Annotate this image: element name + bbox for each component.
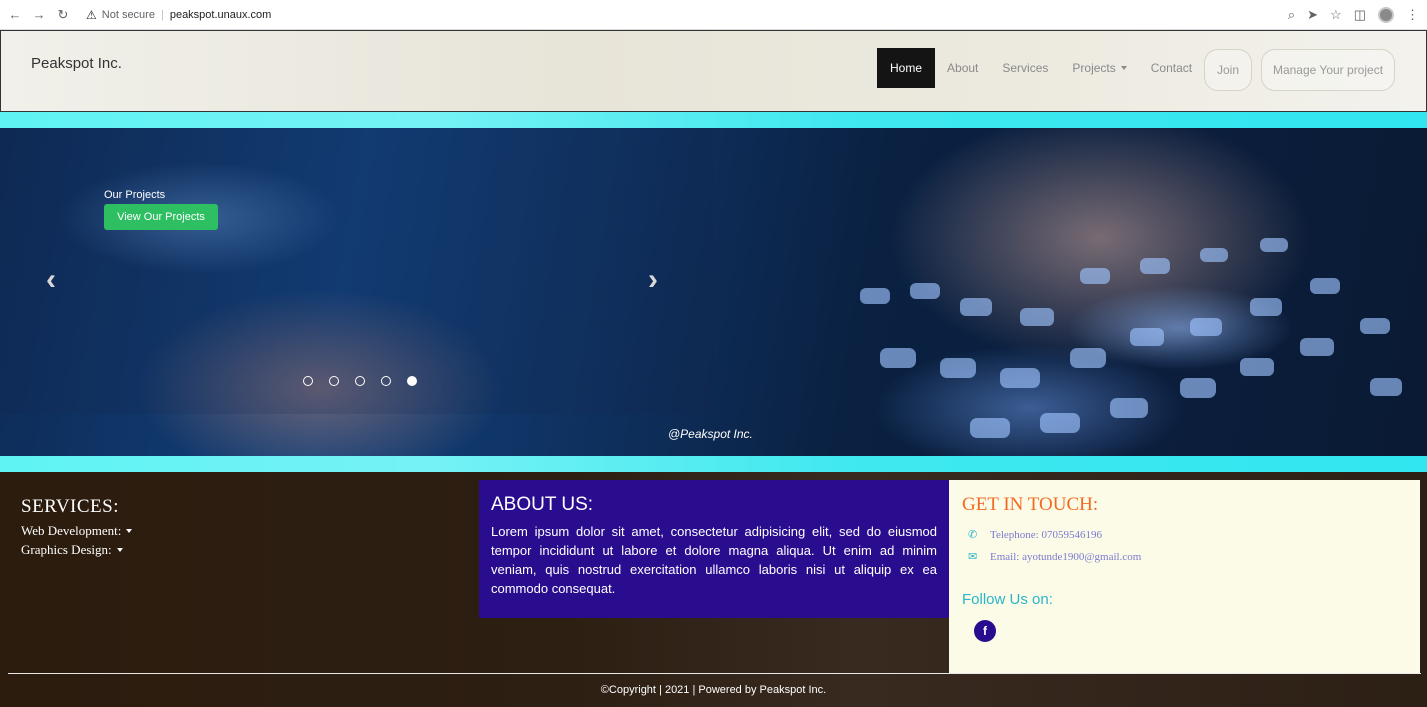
join-button[interactable]: Join xyxy=(1204,49,1252,91)
nav-item-contact[interactable]: Contact xyxy=(1139,48,1204,88)
nav-item-projects[interactable]: Projects xyxy=(1060,48,1138,88)
carousel-dot-active[interactable] xyxy=(407,376,417,386)
carousel-prev-icon[interactable]: ‹ xyxy=(46,263,56,297)
hero-carousel: Our Projects View Our Projects ‹ › @Peak… xyxy=(0,128,1427,456)
reload-icon[interactable]: ↻ xyxy=(54,6,72,24)
service-label: Web Development: xyxy=(21,523,122,538)
profile-avatar-icon[interactable] xyxy=(1378,6,1394,23)
url-text[interactable]: peakspot.unaux.com xyxy=(170,9,272,21)
browser-toolbar: ← → ↻ ⚠ Not secure | peakspot.unaux.com … xyxy=(0,0,1427,30)
site-navbar: Peakspot Inc. Home About Services Projec… xyxy=(0,30,1427,112)
site-brand[interactable]: Peakspot Inc. xyxy=(31,55,122,72)
share-icon[interactable]: ➤ xyxy=(1307,7,1318,23)
nav-item-services[interactable]: Services xyxy=(990,48,1060,88)
more-menu-icon[interactable]: ⋮ xyxy=(1406,7,1419,23)
telephone-text[interactable]: Telephone: 07059546196 xyxy=(990,529,1102,541)
view-projects-button[interactable]: View Our Projects xyxy=(104,204,218,230)
follow-title: Follow Us on: xyxy=(962,591,1053,608)
about-text: Lorem ipsum dolor sit amet, consectetur … xyxy=(491,524,937,596)
nav-item-projects-label: Projects xyxy=(1072,61,1116,75)
carousel-dot[interactable] xyxy=(381,376,391,386)
contact-block: GET IN TOUCH: ✆ Telephone: 07059546196 ✉… xyxy=(949,480,1420,673)
envelope-icon: ✉ xyxy=(968,551,978,563)
nav-menu: Home About Services Projects Contact xyxy=(877,48,1204,88)
carousel-dot[interactable] xyxy=(329,376,339,386)
forward-icon[interactable]: → xyxy=(30,6,48,24)
address-bar[interactable]: ⚠ Not secure | peakspot.unaux.com xyxy=(86,8,271,22)
top-accent-strip xyxy=(0,112,1427,128)
zoom-icon[interactable]: ⌕ xyxy=(1288,7,1295,23)
carousel-dot[interactable] xyxy=(355,376,365,386)
caret-down-icon xyxy=(1120,66,1127,70)
telephone-line: ✆ Telephone: 07059546196 xyxy=(962,528,1407,542)
carousel-dot[interactable] xyxy=(303,376,313,386)
address-separator: | xyxy=(160,8,164,21)
phone-icon: ✆ xyxy=(968,529,978,541)
service-web-development[interactable]: Web Development: xyxy=(21,523,133,539)
nav-item-home[interactable]: Home xyxy=(877,48,936,88)
page: Peakspot Inc. Home About Services Projec… xyxy=(0,30,1427,707)
copyright-text: ©Copyright | 2021 | Powered by Peakspot … xyxy=(600,684,827,696)
side-panel-icon[interactable]: ◫ xyxy=(1354,7,1366,23)
keyboard-image xyxy=(860,238,1402,438)
carousel-next-icon[interactable]: › xyxy=(648,263,658,297)
nav-item-about[interactable]: About xyxy=(935,48,990,88)
bookmark-star-icon[interactable]: ☆ xyxy=(1330,7,1342,23)
carousel-indicators xyxy=(303,376,417,386)
caret-down-icon xyxy=(126,529,133,533)
about-title: ABOUT US: xyxy=(491,494,594,515)
footer-divider xyxy=(8,673,1421,674)
caret-down-icon xyxy=(116,548,123,552)
about-block: ABOUT US: Lorem ipsum dolor sit amet, co… xyxy=(479,480,949,618)
security-label: Not secure xyxy=(101,8,155,21)
hero-caption: Our Projects xyxy=(104,189,166,201)
facebook-icon[interactable]: f xyxy=(974,620,996,642)
caption-overlay xyxy=(0,128,714,414)
back-icon[interactable]: ← xyxy=(6,6,24,24)
footer-section: SERVICES: Web Development: Graphics Desi… xyxy=(0,472,1427,707)
services-block: SERVICES: Web Development: Graphics Desi… xyxy=(21,496,133,558)
email-text[interactable]: Email: ayotunde1900@gmail.com xyxy=(990,551,1141,563)
bottom-accent-strip xyxy=(0,456,1427,472)
services-title: SERVICES: xyxy=(21,496,119,517)
service-graphics-design[interactable]: Graphics Design: xyxy=(21,542,132,558)
contact-title: GET IN TOUCH: xyxy=(962,494,1099,515)
manage-project-button[interactable]: Manage Your project xyxy=(1261,49,1395,91)
service-label: Graphics Design: xyxy=(21,542,112,557)
hero-credit: @Peakspot Inc. xyxy=(668,427,753,441)
email-line: ✉ Email: ayotunde1900@gmail.com xyxy=(962,550,1407,564)
warning-icon[interactable]: ⚠ xyxy=(86,8,97,22)
browser-actions: ⌕ ➤ ☆ ◫ ⋮ xyxy=(1288,6,1419,23)
